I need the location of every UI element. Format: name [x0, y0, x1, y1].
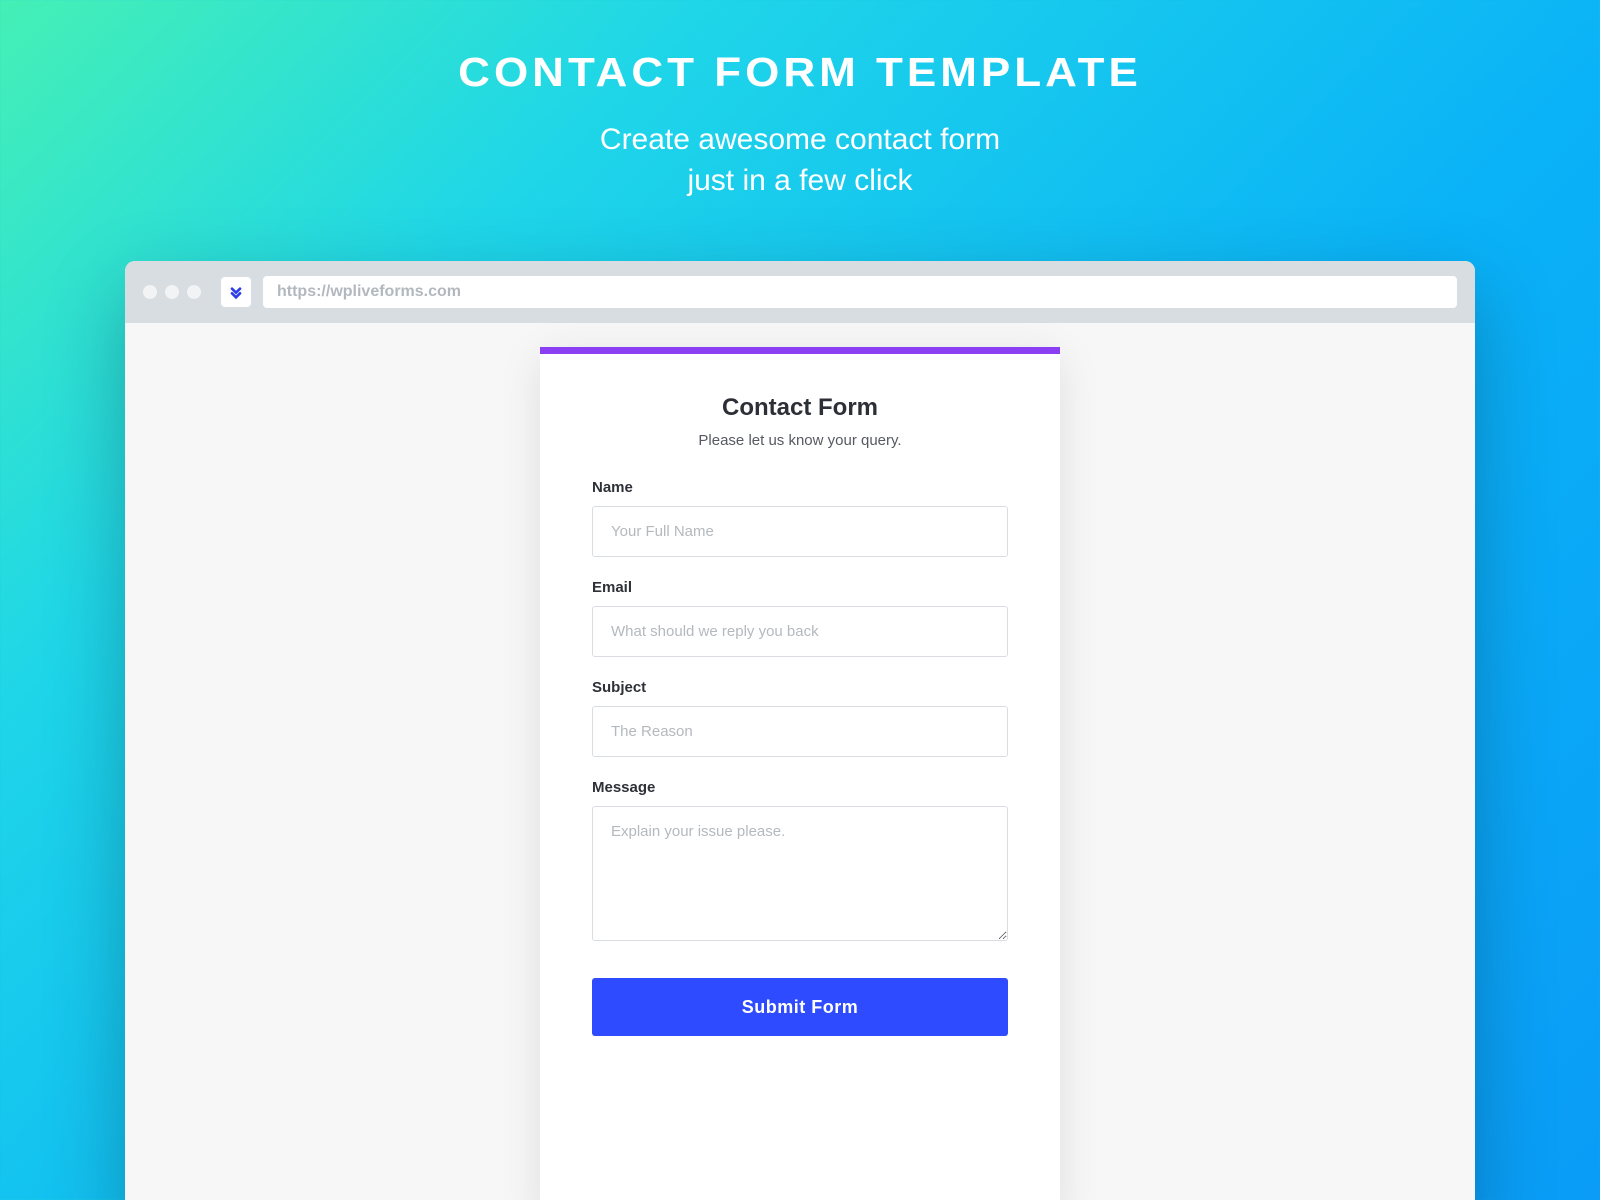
- field-subject: Subject: [592, 679, 1008, 757]
- label-name: Name: [592, 479, 1008, 496]
- input-subject[interactable]: [592, 706, 1008, 757]
- window-controls: [143, 285, 201, 299]
- window-close-icon[interactable]: [143, 285, 157, 299]
- window-maximize-icon[interactable]: [187, 285, 201, 299]
- contact-form-card: Contact Form Please let us know your que…: [540, 347, 1060, 1200]
- window-minimize-icon[interactable]: [165, 285, 179, 299]
- submit-button[interactable]: Submit Form: [592, 978, 1008, 1036]
- browser-window: https://wpliveforms.com Contact Form Ple…: [125, 261, 1475, 1200]
- hero-subtitle: Create awesome contact form just in a fe…: [0, 120, 1600, 201]
- form-title: Contact Form: [592, 394, 1008, 422]
- address-bar[interactable]: https://wpliveforms.com: [263, 276, 1457, 308]
- field-message: Message: [592, 779, 1008, 946]
- hero-subtitle-line2: just in a few click: [687, 164, 912, 197]
- input-name[interactable]: [592, 506, 1008, 557]
- site-favicon-icon: [221, 277, 251, 307]
- form-subtitle: Please let us know your query.: [592, 432, 1008, 449]
- textarea-message[interactable]: [592, 806, 1008, 941]
- browser-titlebar: https://wpliveforms.com: [125, 261, 1475, 323]
- field-name: Name: [592, 479, 1008, 557]
- label-email: Email: [592, 579, 1008, 596]
- label-subject: Subject: [592, 679, 1008, 696]
- card-accent-bar: [540, 347, 1060, 354]
- hero-title: CONTACT FORM TEMPLATE: [0, 50, 1600, 96]
- browser-viewport: Contact Form Please let us know your que…: [125, 323, 1475, 1200]
- label-message: Message: [592, 779, 1008, 796]
- input-email[interactable]: [592, 606, 1008, 657]
- hero-subtitle-line1: Create awesome contact form: [600, 123, 1000, 156]
- hero: CONTACT FORM TEMPLATE Create awesome con…: [0, 0, 1600, 201]
- field-email: Email: [592, 579, 1008, 657]
